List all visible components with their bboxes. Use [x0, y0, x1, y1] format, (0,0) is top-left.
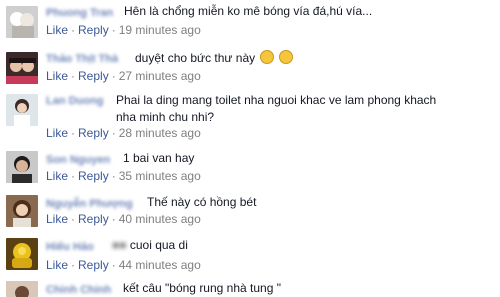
like-link[interactable]: Like — [46, 126, 68, 140]
timestamp: 27 minutes ago — [118, 69, 201, 83]
comment-item: Thảo Thịt Thà duyệt cho bức thư này Like… — [0, 50, 500, 88]
commenter-name[interactable]: Nguyễn Phượng — [46, 198, 133, 210]
comment-meta: Like · Reply · 19 minutes ago — [46, 23, 201, 37]
comment-text: 1 bai van hay — [123, 151, 195, 165]
commenter-name[interactable]: Thảo Thịt Thà — [46, 53, 118, 65]
smiley-icon — [260, 50, 275, 64]
like-link[interactable]: Like — [46, 258, 68, 272]
comment-meta: Like · Reply · 40 minutes ago — [46, 212, 201, 226]
commenter-name[interactable]: Hiếu Hảo — [46, 241, 94, 253]
comment-text: Hên là chổng miễn ko mê bóng vía đá,hú v… — [124, 4, 373, 18]
comment-meta: Like · Reply · 44 minutes ago — [46, 258, 201, 272]
timestamp: 44 minutes ago — [118, 258, 201, 272]
comment-meta: Like · Reply · 27 minutes ago — [46, 69, 201, 83]
commenter-name[interactable]: Chinh Chinh — [46, 284, 111, 296]
comment-text-content: duyệt cho bức thư này — [135, 51, 256, 65]
comment-text: ■■ cuoi qua di — [112, 238, 188, 252]
avatar[interactable] — [6, 94, 38, 126]
avatar[interactable] — [6, 238, 38, 270]
comment-item: Phuong Tran Hên là chổng miễn ko mê bóng… — [0, 4, 500, 42]
comment-meta: Like · Reply · 28 minutes ago — [46, 126, 201, 140]
avatar[interactable] — [6, 281, 38, 297]
avatar[interactable] — [6, 6, 38, 38]
reply-link[interactable]: Reply — [78, 258, 109, 272]
comment-item: Lan Duong Phai la ding mang toilet nha n… — [0, 92, 500, 144]
reply-link[interactable]: Reply — [78, 126, 109, 140]
comment-text: Thế này có hồng bét — [147, 195, 257, 209]
comment-item: Hiếu Hảo ■■ cuoi qua di Like · Reply · 44 mi… — [0, 238, 500, 276]
comment-item: Son Nguyen 1 bai van hay Like · Reply · 35 m… — [0, 151, 500, 189]
timestamp: 40 minutes ago — [118, 212, 201, 226]
avatar[interactable] — [6, 151, 38, 183]
timestamp: 28 minutes ago — [118, 126, 201, 140]
timestamp: 19 minutes ago — [118, 23, 201, 37]
like-link[interactable]: Like — [46, 69, 68, 83]
commenter-name[interactable]: Phuong Tran — [46, 7, 113, 19]
like-link[interactable]: Like — [46, 212, 68, 226]
comment-text-content: cuoi qua di — [129, 238, 188, 252]
comment-meta: Like · Reply · 35 minutes ago — [46, 169, 201, 183]
reply-link[interactable]: Reply — [78, 169, 109, 183]
commenter-name[interactable]: Son Nguyen — [46, 154, 110, 166]
comment-item: Chinh Chinh kết câu "bóng rung nhà tung … — [0, 281, 500, 297]
reply-link[interactable]: Reply — [78, 212, 109, 226]
comment-text: kết câu "bóng rung nhà tung " — [123, 281, 281, 295]
like-link[interactable]: Like — [46, 169, 68, 183]
smiley-icon — [279, 50, 294, 64]
avatar[interactable] — [6, 52, 38, 84]
comment-text: duyệt cho bức thư này — [135, 50, 294, 65]
reply-link[interactable]: Reply — [78, 23, 109, 37]
commenter-name[interactable]: Lan Duong — [46, 95, 103, 107]
like-link[interactable]: Like — [46, 23, 68, 37]
comment-item: Nguyễn Phượng Thế này có hồng bét Like · R… — [0, 195, 500, 233]
blurred-mention: ■■ — [112, 238, 127, 252]
avatar[interactable] — [6, 195, 38, 227]
timestamp: 35 minutes ago — [118, 169, 201, 183]
comment-text: Phai la ding mang toilet nha nguoi khac … — [116, 93, 437, 124]
reply-link[interactable]: Reply — [78, 69, 109, 83]
